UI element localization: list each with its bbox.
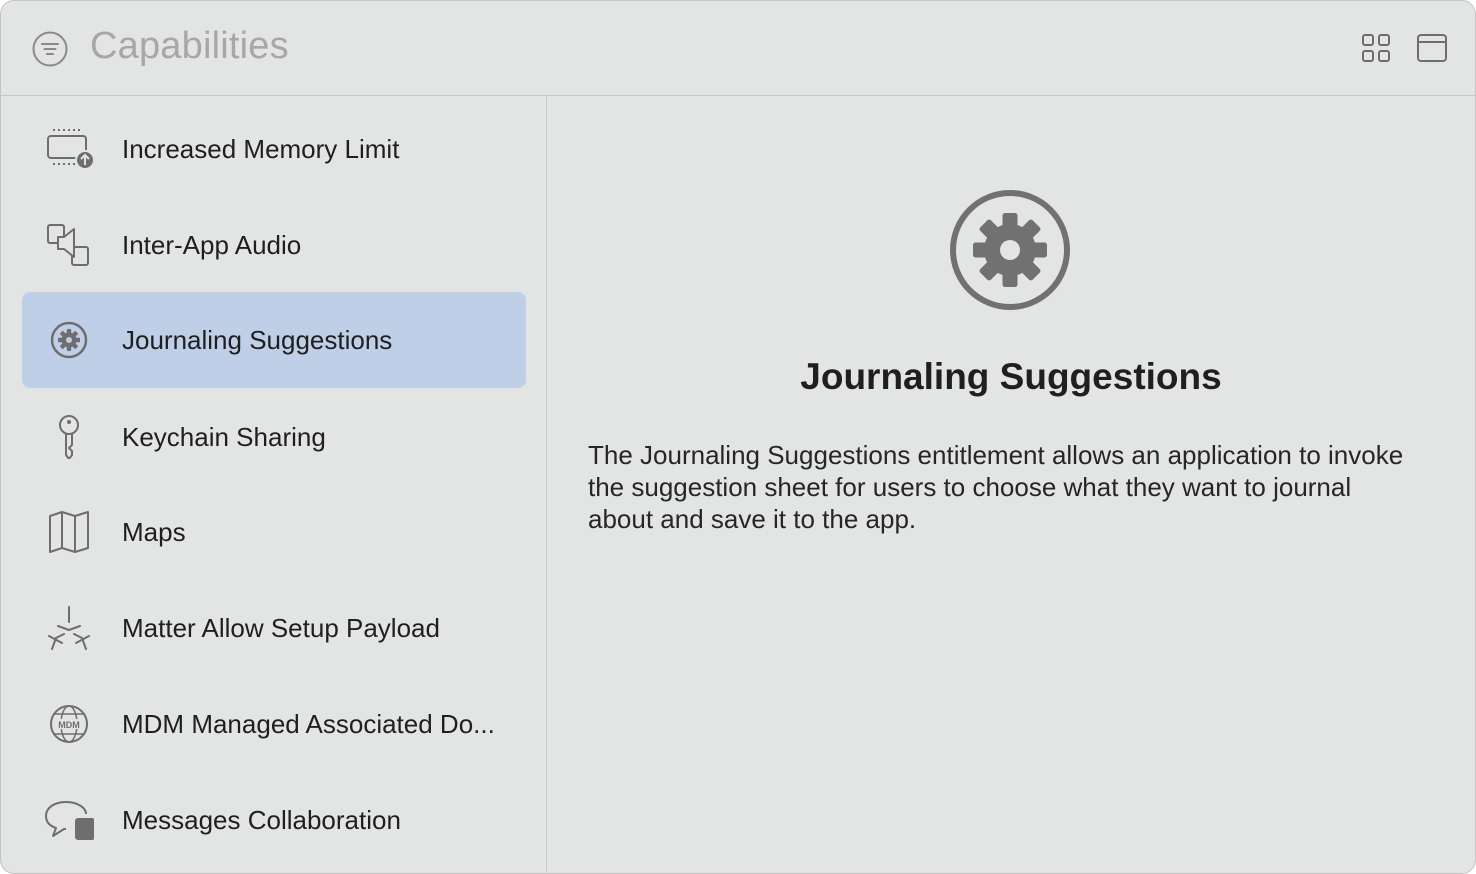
- sidebar-item-messages-collaboration[interactable]: Messages Collaboration: [22, 772, 526, 868]
- gear-icon: [50, 321, 88, 359]
- grid-view-icon: [1362, 34, 1390, 62]
- key-icon: [59, 415, 79, 459]
- sidebar-item-increased-memory-limit[interactable]: Increased Memory Limit: [22, 101, 526, 197]
- inter-app-audio-icon: [47, 224, 89, 266]
- sidebar-item-label: Maps: [122, 517, 186, 547]
- sidebar-item-matter-allow-setup-payload[interactable]: Matter Allow Setup Payload: [22, 580, 526, 676]
- window-view-button[interactable]: [1416, 32, 1448, 64]
- map-icon: [49, 511, 89, 553]
- matter-icon: [48, 606, 90, 650]
- sidebar-item-mdm-managed-associated-domains[interactable]: MDM MDM Managed Associated Do...: [22, 676, 526, 772]
- sidebar-item-journaling-suggestions[interactable]: Journaling Suggestions: [22, 292, 526, 388]
- mdm-globe-icon: MDM: [50, 705, 88, 743]
- sidebar-item-inter-app-audio[interactable]: Inter-App Audio: [22, 197, 526, 293]
- memory-upload-icon: [47, 129, 94, 170]
- sidebar-item-label: Inter-App Audio: [122, 230, 302, 260]
- gear-icon: [950, 190, 1070, 310]
- sidebar-item-label: Keychain Sharing: [122, 422, 326, 452]
- sidebar-item-maps[interactable]: Maps: [22, 484, 526, 580]
- messages-collaboration-icon: [45, 801, 94, 840]
- window-icon: [1417, 34, 1447, 62]
- page-title: Capabilities: [90, 25, 289, 67]
- grid-view-button[interactable]: [1360, 32, 1392, 64]
- mdm-icon-text: MDM: [58, 720, 80, 730]
- filter-icon: [32, 31, 68, 67]
- sidebar-item-label: Journaling Suggestions: [122, 325, 393, 355]
- header-bar: Capabilities: [1, 1, 1475, 96]
- capability-description: The Journaling Suggestions entitlement a…: [588, 440, 1404, 534]
- sidebar-item-label: MDM Managed Associated Do...: [122, 709, 495, 739]
- filter-button[interactable]: [32, 31, 68, 67]
- capabilities-window: Capabilities Increased Memory Limit Inte…: [0, 0, 1476, 874]
- capability-detail-pane: Journaling Suggestions The Journaling Su…: [547, 96, 1475, 873]
- sidebar-item-label: Messages Collaboration: [122, 805, 401, 835]
- capability-title: Journaling Suggestions: [800, 356, 1222, 397]
- sidebar-item-label: Matter Allow Setup Payload: [122, 613, 440, 643]
- sidebar-item-label: Increased Memory Limit: [122, 134, 400, 164]
- capabilities-sidebar: Increased Memory Limit Inter-App Audio J…: [1, 96, 547, 873]
- sidebar-item-keychain-sharing[interactable]: Keychain Sharing: [22, 389, 526, 485]
